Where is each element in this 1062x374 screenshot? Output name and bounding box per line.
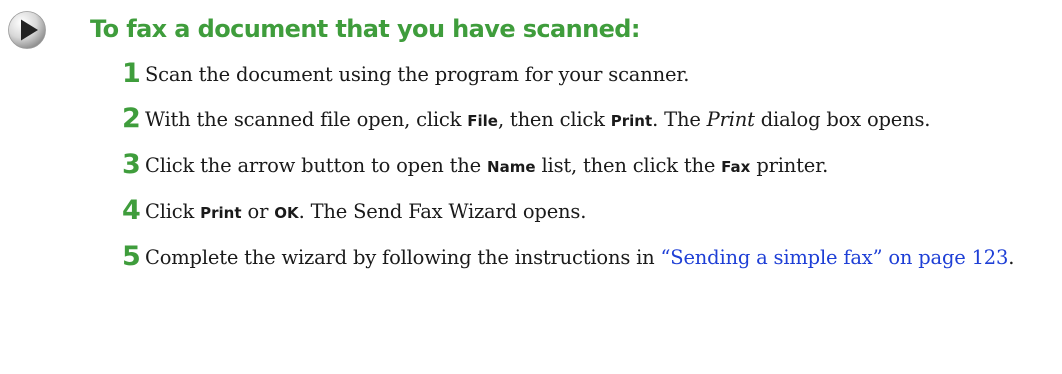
step-item: 4 Click Print or OK. The Send Fax Wizard… <box>122 195 1062 228</box>
step-text: Click <box>145 200 201 223</box>
cross-reference-link[interactable]: “Sending a simple fax” on page 123 <box>661 246 1009 269</box>
step-text: dialog box opens. <box>754 108 931 131</box>
step-number: 4 <box>122 195 141 226</box>
ui-term-fax: Fax <box>721 158 751 176</box>
step-text: , then click <box>497 108 611 131</box>
play-triangle-icon <box>8 11 46 49</box>
step-item: 3 Click the arrow button to open the Nam… <box>122 149 1062 182</box>
step-text: or <box>241 200 275 223</box>
ui-term-file: File <box>467 112 498 130</box>
step-text: With the scanned file open, click <box>145 108 468 131</box>
ui-term-ok: OK <box>274 204 299 222</box>
step-item: 2 With the scanned file open, click File… <box>122 103 1062 136</box>
step-number: 5 <box>122 241 141 272</box>
section-heading: To fax a document that you have scanned: <box>90 15 640 43</box>
step-text: Click the arrow button to open the <box>145 154 488 177</box>
step-item: 1 Scan the document using the program fo… <box>122 58 1062 90</box>
step-number: 3 <box>122 149 141 180</box>
step-text: . The Send Fax Wizard opens. <box>298 200 587 223</box>
step-number: 1 <box>122 58 141 89</box>
step-text: Scan the document using the program for … <box>145 63 690 86</box>
ui-term-name: Name <box>487 158 536 176</box>
step-text: . The <box>652 108 707 131</box>
step-text: . <box>1008 246 1015 269</box>
step-text: printer. <box>750 154 829 177</box>
ui-term-print: Print <box>610 112 653 130</box>
ui-term-print: Print <box>200 204 242 222</box>
dialog-name-print: Print <box>706 108 755 131</box>
step-number: 2 <box>122 103 141 134</box>
step-item: 5 Complete the wizard by following the i… <box>122 241 1062 273</box>
steps-list: 1 Scan the document using the program fo… <box>122 58 1062 288</box>
step-text: Complete the wizard by following the ins… <box>145 246 661 269</box>
step-text: list, then click the <box>535 154 722 177</box>
